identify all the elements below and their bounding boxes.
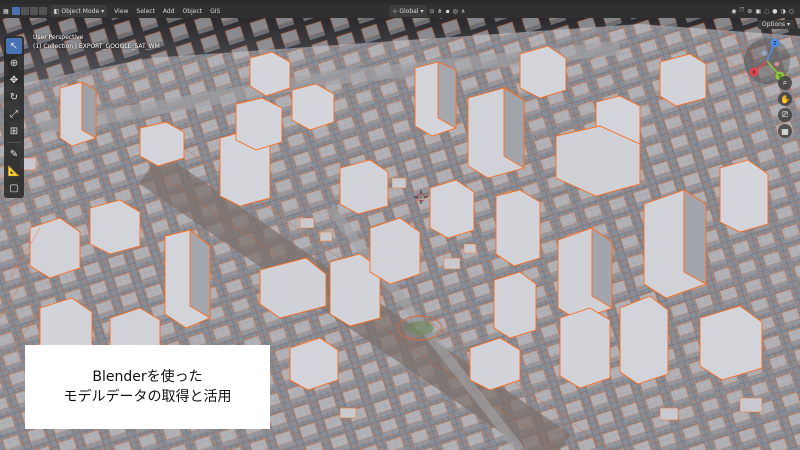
transform-orientation-dropdown[interactable]: ⊹ Global ▾ (389, 5, 427, 17)
menu-object[interactable]: Object (183, 8, 203, 15)
options-button[interactable]: Options ▾ (757, 20, 794, 29)
options-label: Options (761, 21, 786, 28)
toolbar-divider (7, 142, 21, 143)
select-box-mode-icon[interactable] (11, 7, 20, 15)
overlay-icon[interactable]: ⊚ (747, 8, 752, 15)
gizmo-x-label: X (752, 70, 756, 76)
visibility-icon[interactable]: ◉ (731, 8, 736, 15)
shading-solid-icon[interactable]: ● (772, 8, 777, 15)
select-extend-icon[interactable] (20, 7, 29, 15)
orientation-icon: ⊹ (392, 7, 398, 15)
gizmo-z-label: Z (773, 41, 777, 47)
perspective-toggle-icon[interactable]: ▦ (778, 124, 792, 138)
menu-select[interactable]: Select (136, 8, 155, 15)
caption-line-1: Blenderを使った (92, 369, 203, 385)
menu-view[interactable]: View (114, 8, 128, 15)
3d-cursor-icon[interactable] (414, 190, 428, 204)
scale-tool-icon[interactable]: ⤢ (6, 106, 22, 122)
pan-hand-icon[interactable]: ✋ (778, 92, 792, 106)
add-cube-tool-icon[interactable]: ▢ (6, 180, 22, 196)
transform-tool-icon[interactable]: ⊞ (6, 123, 22, 139)
select-invert-icon[interactable] (38, 7, 47, 15)
snap-target-icon[interactable]: ▪ (446, 8, 450, 15)
editor-type-icon[interactable]: ▦ (3, 8, 9, 15)
chevron-down-icon: ▾ (420, 7, 424, 15)
mode-label: Object Mode (61, 7, 100, 15)
xray-icon[interactable]: ▣ (755, 8, 761, 15)
falloff-icon[interactable]: ∧ (461, 8, 465, 15)
perspective-label: User Perspective (33, 34, 84, 41)
select-subtract-icon[interactable] (29, 7, 38, 15)
gizmo-toggle-icon[interactable]: ⤧ (739, 7, 744, 15)
proportional-edit-icon[interactable]: ◎ (453, 8, 458, 15)
viewport-header: ▦ ◧ Object Mode ▾ View Select Add Object… (0, 4, 800, 18)
zoom-icon[interactable]: ⌕ (778, 76, 792, 90)
rotate-tool-icon[interactable]: ↻ (6, 89, 22, 105)
measure-tool-icon[interactable]: 📐 (6, 163, 22, 179)
orientation-label: Global (399, 7, 419, 15)
mode-dropdown[interactable]: ◧ Object Mode ▾ (50, 5, 108, 17)
select-tool-icon[interactable]: ↖ (6, 38, 22, 54)
collection-label: (1) Collection | EXPORT_GOOGLE_SAT_WM (33, 43, 160, 50)
tool-shelf: ↖ ⊕ ✥ ↻ ⤢ ⊞ ✎ 📐 ▢ (4, 36, 24, 198)
chevron-down-icon: ▾ (101, 7, 105, 15)
snap-icon[interactable]: ⋔ (438, 8, 443, 15)
editor-type[interactable]: ▦ (3, 5, 9, 17)
shading-rendered-icon[interactable]: ○ (789, 8, 794, 15)
chevron-down-icon: ▾ (786, 21, 790, 28)
caption-box: Blenderを使った モデルデータの取得と活用 (25, 345, 270, 429)
shading-material-icon[interactable]: ◑ (781, 8, 786, 15)
cursor-tool-icon[interactable]: ⊕ (6, 55, 22, 71)
shading-wire-icon[interactable]: ◌ (764, 8, 769, 15)
caption-line-2: モデルデータの取得と活用 (63, 389, 232, 405)
menu-gis[interactable]: GIS (210, 8, 220, 15)
annotate-tool-icon[interactable]: ✎ (6, 146, 22, 162)
object-mode-icon: ◧ (53, 7, 60, 15)
pivot-icon[interactable]: ⊙ (430, 8, 435, 15)
menu-add[interactable]: Add (163, 8, 175, 15)
camera-icon[interactable]: ⎚ (778, 108, 792, 122)
move-tool-icon[interactable]: ✥ (6, 72, 22, 88)
